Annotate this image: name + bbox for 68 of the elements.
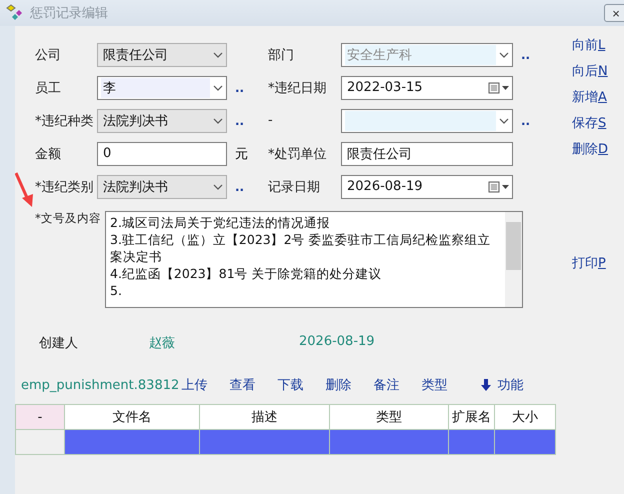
lookup-link[interactable]: .. [227, 180, 244, 194]
action-link[interactable]: 向前L [572, 36, 624, 54]
lookup-link[interactable]: .. [227, 80, 244, 94]
action-link[interactable]: 删除D [572, 140, 624, 158]
table-cell[interactable] [449, 430, 495, 455]
column-header[interactable]: 描述 [200, 405, 330, 430]
date-field[interactable]: 2022-03-15 [341, 76, 513, 100]
field-label: 记录日期 [268, 178, 321, 196]
toolbar-button[interactable]: 下载 [277, 376, 304, 394]
field-label: *处罚单位 [268, 146, 328, 162]
toolbar-button[interactable]: 上传 [181, 376, 208, 394]
scrollbar[interactable] [505, 212, 522, 307]
dropdown[interactable]: 限责任公司 [97, 42, 227, 66]
menu-button[interactable]: 功能 [481, 376, 524, 394]
chevron-down-icon [212, 84, 224, 92]
column-header[interactable]: 文件名 [65, 405, 200, 430]
dropdown[interactable]: 法院判决书 [97, 108, 227, 132]
action-link[interactable]: 向后N [572, 62, 624, 80]
down-arrow-icon [481, 379, 492, 391]
text-field[interactable]: 限责任公司 [341, 142, 513, 166]
unit-label: 元 [234, 146, 248, 162]
table-cell[interactable] [495, 430, 556, 455]
field-label: *违纪日期 [268, 80, 328, 96]
chevron-down-icon [212, 50, 224, 58]
chevron-down-icon [212, 182, 224, 190]
calendar-icon[interactable] [488, 82, 510, 94]
toolbar-button[interactable]: 查看 [229, 376, 256, 394]
column-header[interactable]: 类型 [330, 405, 449, 430]
date-field[interactable]: 2026-08-19 [341, 174, 513, 198]
table-cell[interactable] [16, 430, 65, 455]
column-header[interactable]: 扩展名 [449, 405, 495, 430]
lookup-link[interactable]: .. [513, 114, 530, 128]
dropdown[interactable]: 法院判决书 [97, 174, 227, 198]
dropdown[interactable]: 李 [97, 76, 227, 100]
column-header[interactable]: - [16, 405, 65, 430]
text-field[interactable]: 0 [97, 142, 227, 166]
print-link[interactable]: 打印P [572, 254, 624, 272]
toolbar-button[interactable]: 备注 [373, 376, 400, 394]
chevron-down-icon [498, 50, 510, 58]
field-label: - [268, 113, 274, 128]
field-label: 部门 [268, 46, 295, 64]
annotation-arrow [15, 172, 34, 208]
toolbar-button[interactable]: 删除 [325, 376, 352, 394]
field-label: 金额 [35, 146, 62, 162]
field-label: *违纪类别 [35, 178, 94, 196]
creator-name: 赵薇 [149, 335, 176, 352]
record-id: emp_punishment.83812 [21, 378, 180, 392]
table-cell[interactable] [65, 430, 200, 455]
close-button[interactable]: × [604, 4, 624, 22]
dropdown[interactable] [341, 108, 513, 132]
calendar-icon[interactable] [488, 180, 510, 192]
column-header[interactable]: 大小 [495, 405, 556, 430]
action-link[interactable]: 新增A [572, 88, 624, 106]
field-label: *违纪种类 [35, 112, 94, 130]
chevron-down-icon [498, 116, 510, 124]
field-label: *文号及内容 [35, 211, 101, 225]
created-date: 2026-08-19 [299, 334, 376, 351]
field-label: 员工 [35, 80, 62, 96]
table-cell[interactable] [330, 430, 449, 455]
chevron-down-icon [212, 116, 224, 124]
creator-label: 创建人 [39, 335, 79, 352]
table-cell[interactable] [200, 430, 330, 455]
content-textarea[interactable]: 2.城区司法局关于党纪违法的情况通报 3.驻工信纪（监）立【2023】2号 委监委驻市工信局纪检监察组立案决定书 4.纪监函【2023】81号 关于除党籍的处分建议 5. [105, 211, 523, 308]
lookup-link[interactable]: .. [227, 114, 244, 128]
field-label: 公司 [35, 46, 62, 64]
window-title: 惩罚记录编辑 [30, 5, 109, 22]
toolbar-button[interactable]: 类型 [421, 376, 448, 394]
action-link[interactable]: 保存S [572, 114, 624, 132]
